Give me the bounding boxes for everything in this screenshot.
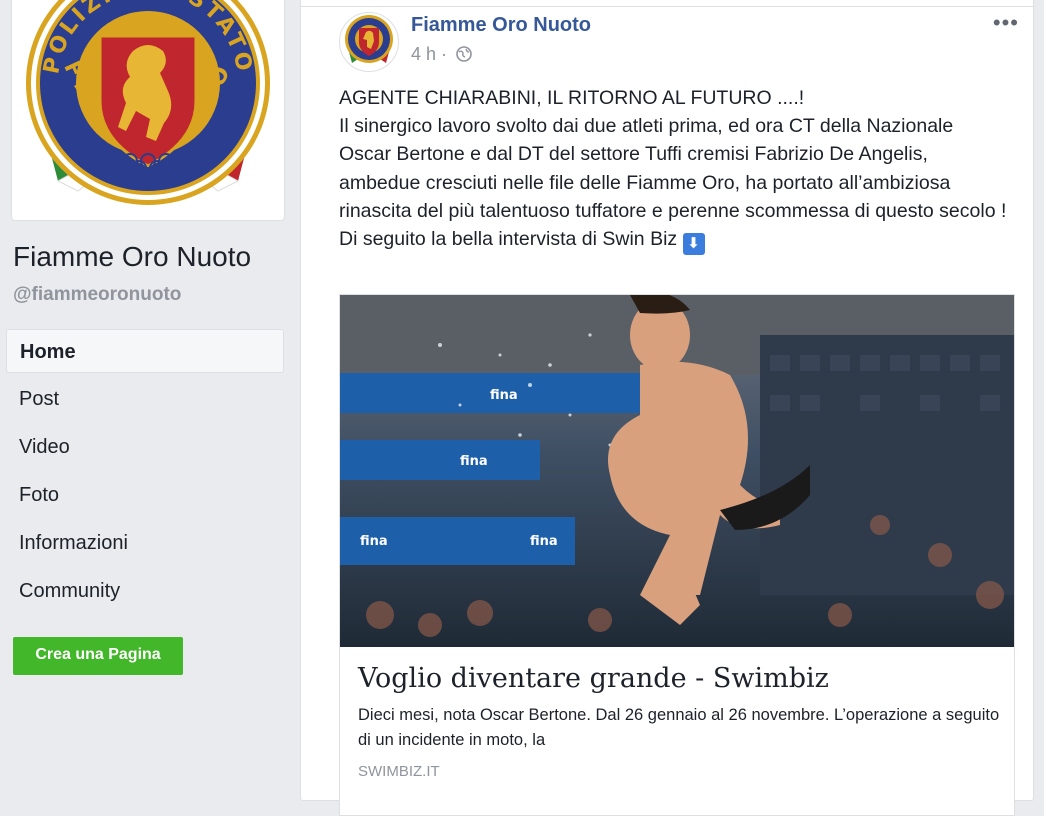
fiamme-oro-logo [345, 15, 393, 63]
more-options-icon[interactable]: ••• [993, 10, 1019, 36]
nav-item-home[interactable]: Home [6, 329, 284, 373]
link-preview-title[interactable]: Voglio diventare grande - Swimbiz [358, 663, 829, 694]
page-sidebar: POLIZIA DI STATO FIAMME ORO Fiamme Oro N… [0, 0, 300, 786]
svg-text:fina: fina [530, 534, 558, 549]
page-username: @fiammeoronuoto [13, 284, 182, 305]
link-preview-image[interactable]: fina fina fina fina [340, 295, 1014, 647]
svg-text:fina: fina [460, 454, 488, 469]
post-meta: 4 h · [411, 44, 472, 65]
nav-item-video[interactable]: Video [6, 425, 284, 469]
page-navigation: Home Post Video Foto Informazioni Commun… [6, 329, 284, 617]
globe-icon [456, 46, 472, 62]
svg-text:fina: fina [490, 388, 518, 403]
nav-item-post[interactable]: Post [6, 377, 284, 421]
link-preview-description: Dieci mesi, nota Oscar Bertone. Dal 26 g… [358, 706, 1000, 749]
nav-item-informazioni[interactable]: Informazioni [6, 521, 284, 565]
create-page-button[interactable]: Crea una Pagina [13, 637, 183, 675]
separator: · [441, 44, 448, 64]
post-card: Fiamme Oro Nuoto 4 h · ••• AGENTE CHIARA… [300, 0, 1034, 816]
nav-item-foto[interactable]: Foto [6, 473, 284, 517]
down-arrow-emoji: ⬇ [682, 233, 705, 256]
post-timestamp[interactable]: 4 h [411, 44, 436, 64]
post-body: Il sinergico lavoro svolto dai due atlet… [339, 115, 1007, 222]
post-body-final-text: Di seguito la bella intervista di Swin B… [339, 228, 678, 251]
fiamme-oro-logo: POLIZIA DI STATO FIAMME ORO [26, 0, 270, 205]
divider [301, 6, 1033, 7]
page-title[interactable]: Fiamme Oro Nuoto [13, 241, 251, 273]
author-avatar[interactable] [339, 12, 399, 72]
post-author[interactable]: Fiamme Oro Nuoto [411, 14, 591, 37]
post-message: AGENTE CHIARABINI, IL RITORNO AL FUTURO … [339, 84, 1009, 256]
profile-picture[interactable]: POLIZIA DI STATO FIAMME ORO [11, 0, 285, 221]
diver-photo: fina fina fina fina [340, 295, 1014, 647]
post-headline: AGENTE CHIARABINI, IL RITORNO AL FUTURO … [339, 87, 805, 109]
link-preview[interactable]: fina fina fina fina Voglio diventare gra… [339, 294, 1015, 816]
post-body-final: Di seguito la bella intervista di Swin B… [339, 225, 1009, 256]
link-preview-domain: SWIMBIZ.IT [358, 763, 440, 780]
nav-item-community[interactable]: Community [6, 569, 284, 613]
svg-text:fina: fina [360, 534, 388, 549]
